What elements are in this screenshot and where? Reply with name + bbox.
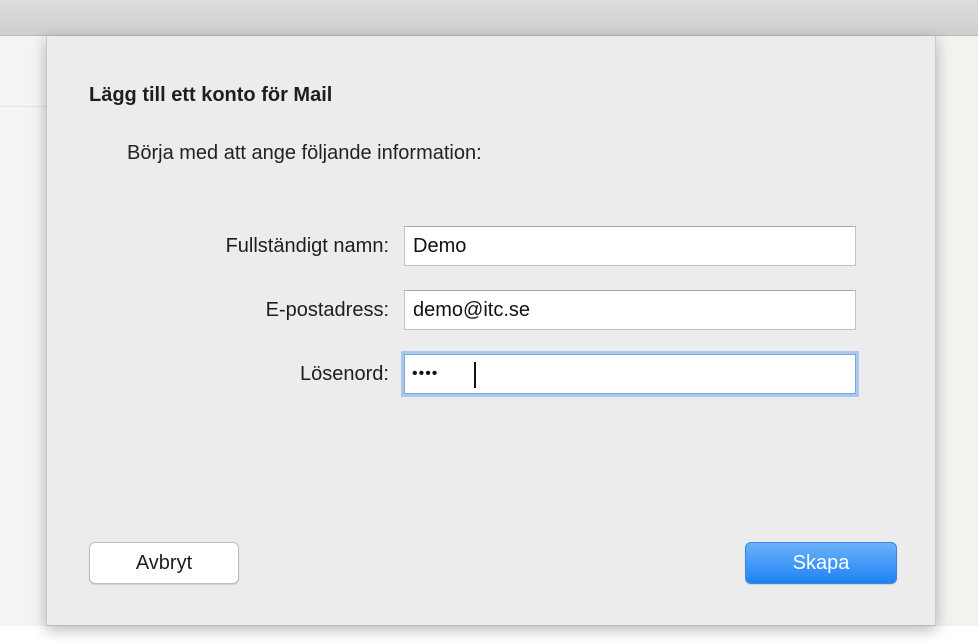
add-account-sheet: Lägg till ett konto för Mail Börja med a… (46, 36, 936, 626)
email-field[interactable] (404, 290, 856, 330)
password-field[interactable] (404, 354, 856, 394)
password-row: Lösenord: •••• (47, 352, 937, 396)
full-name-field[interactable] (404, 226, 856, 266)
background-window-right (934, 36, 978, 641)
full-name-label: Fullständigt namn: (225, 235, 389, 257)
sheet-subtitle: Börja med att ange följande information: (127, 142, 482, 164)
background-bottom (0, 626, 978, 641)
email-row: E-postadress: (47, 288, 937, 332)
password-label: Lösenord: (300, 363, 389, 385)
divider (0, 106, 48, 107)
cancel-button[interactable]: Avbryt (89, 542, 239, 584)
screen: Lägg till ett konto för Mail Börja med a… (0, 0, 978, 641)
sheet-title: Lägg till ett konto för Mail (89, 84, 333, 106)
email-label: E-postadress: (265, 299, 389, 321)
full-name-row: Fullständigt namn: (47, 224, 937, 268)
text-caret (474, 362, 476, 388)
background-window-left (0, 36, 48, 641)
create-button[interactable]: Skapa (745, 542, 897, 584)
window-titlebar (0, 0, 978, 36)
